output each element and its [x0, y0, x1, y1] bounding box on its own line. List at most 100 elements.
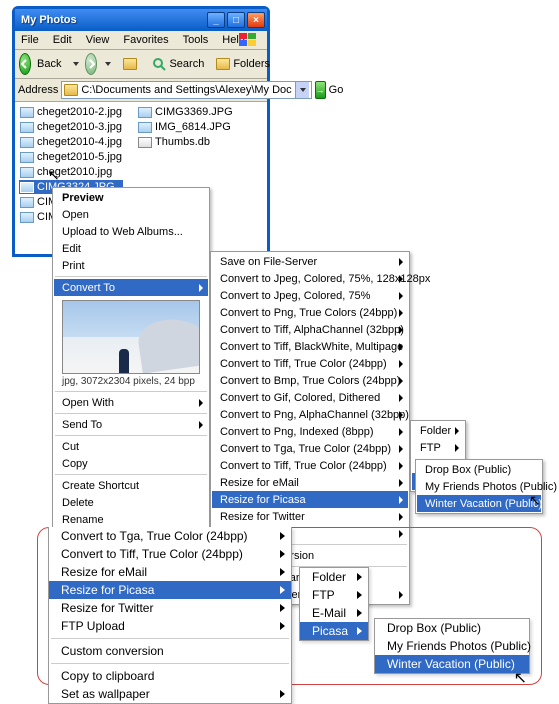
arrow-icon: [399, 496, 403, 504]
folders-button[interactable]: Folders: [213, 58, 273, 70]
detail-custom[interactable]: Custom conversion: [49, 642, 291, 660]
menu-resize-twitter[interactable]: Resize for Twitter: [212, 508, 408, 525]
file-name: cheget2010-4.jpg: [37, 136, 122, 148]
address-bar: Address C:\Documents and Settings\Alexey…: [15, 79, 267, 102]
minimize-button[interactable]: _: [207, 12, 225, 28]
address-path: C:\Documents and Settings\Alexey\My Doc: [81, 84, 291, 96]
detail-resize-picasa[interactable]: Resize for Picasa: [49, 581, 291, 599]
back-label[interactable]: Back: [37, 58, 65, 70]
detail-menu2: FolderFTPE-Mail Picasa: [299, 567, 369, 641]
menu-create-shortcut[interactable]: Create Shortcut: [54, 477, 208, 494]
close-button[interactable]: ×: [247, 12, 265, 28]
file-item[interactable]: cheget2010.jpg: [19, 165, 123, 179]
menu-view[interactable]: View: [84, 33, 112, 47]
menu-item[interactable]: Convert to Tiff, BlackWhite, Multipage: [212, 338, 408, 355]
menu-rename[interactable]: Rename: [54, 511, 208, 528]
menu-item[interactable]: Convert to Tiff, True Color (24bpp): [49, 545, 291, 563]
search-label: Search: [169, 58, 204, 70]
file-item[interactable]: Thumbs.db: [137, 135, 234, 149]
detail-clip[interactable]: Copy to clipboard: [49, 667, 291, 685]
menu-item[interactable]: E-Mail: [300, 604, 368, 622]
arrow-icon: [399, 292, 403, 300]
back-button[interactable]: [19, 53, 31, 75]
menu-send-to[interactable]: Send To: [54, 416, 208, 433]
menu-item[interactable]: Convert to Tiff, True Color (24bpp): [212, 457, 408, 474]
menu-convert-label: Convert To: [62, 282, 115, 294]
menu-item[interactable]: Resize for Twitter: [49, 599, 291, 617]
address-input[interactable]: C:\Documents and Settings\Alexey\My Doc: [61, 81, 311, 99]
file-item[interactable]: cheget2010-3.jpg: [19, 120, 123, 134]
preview-panel: jpg, 3072x2304 pixels, 24 bpp: [54, 296, 208, 389]
arrow-icon: [399, 462, 403, 470]
menu-edit[interactable]: Edit: [51, 33, 74, 47]
menu-item[interactable]: FTP: [412, 439, 464, 456]
window-title: My Photos: [21, 14, 207, 26]
address-dropdown-icon[interactable]: [295, 82, 309, 98]
forward-dropdown-icon[interactable]: [105, 62, 111, 66]
menu-item[interactable]: FTP Upload: [49, 617, 291, 635]
menu-item[interactable]: Convert to Gif, Colored, Dithered: [212, 389, 408, 406]
menu-cut[interactable]: Cut: [54, 438, 208, 455]
detail-winter[interactable]: Winter Vacation (Public): [375, 655, 529, 673]
menu-item[interactable]: Resize for eMail: [49, 563, 291, 581]
menu-item[interactable]: Resize for eMail: [212, 474, 408, 491]
menu-file[interactable]: File: [19, 33, 41, 47]
arrow-icon: [199, 421, 203, 429]
menu-preview[interactable]: Preview: [54, 189, 208, 206]
arrow-icon: [280, 586, 285, 594]
menu-item[interactable]: Convert to Png, Indexed (8bpp): [212, 423, 408, 440]
detail-picasa2[interactable]: Picasa: [300, 622, 368, 640]
arrow-icon: [399, 377, 403, 385]
title-bar[interactable]: My Photos _ □ ×: [15, 9, 267, 31]
menu-item[interactable]: My Friends Photos (Public): [417, 478, 541, 495]
menu-convert-to[interactable]: Convert To: [54, 279, 208, 296]
menu-item[interactable]: Save on File-Server: [212, 253, 408, 270]
menu-tools[interactable]: Tools: [181, 33, 211, 47]
up-folder-icon[interactable]: [123, 55, 137, 73]
menu-item[interactable]: Convert to Bmp, True Colors (24bpp): [212, 372, 408, 389]
windows-logo-icon: [233, 31, 263, 49]
menu-item[interactable]: Convert to Jpeg, Colored, 75%, 128x128px: [212, 270, 408, 287]
menu-item[interactable]: Folder: [300, 568, 368, 586]
menu-copy[interactable]: Copy: [54, 455, 208, 472]
menu-item[interactable]: Convert to Jpeg, Colored, 75%: [212, 287, 408, 304]
menu-print[interactable]: Print: [54, 257, 208, 274]
menu-edit[interactable]: Edit: [54, 240, 208, 257]
file-item[interactable]: cheget2010-5.jpg: [19, 150, 123, 164]
arrow-icon: [399, 326, 403, 334]
detail-menu3: Drop Box (Public)My Friends Photos (Publ…: [374, 618, 530, 674]
menu-item[interactable]: Folder: [412, 422, 464, 439]
file-item[interactable]: IMG_6814.JPG: [137, 120, 234, 134]
menu-item[interactable]: Convert to Png, True Colors (24bpp): [212, 304, 408, 321]
folders-icon: [216, 58, 230, 70]
menu-open[interactable]: Open: [54, 206, 208, 223]
go-button[interactable]: →: [315, 81, 326, 99]
menu-item[interactable]: Drop Box (Public): [375, 619, 529, 637]
menu-favorites[interactable]: Favorites: [121, 33, 170, 47]
search-button[interactable]: Search: [149, 57, 207, 71]
menu-item[interactable]: Convert to Png, AlphaChannel (32bpp): [212, 406, 408, 423]
arrow-icon: [399, 513, 403, 521]
back-dropdown-icon[interactable]: [73, 62, 79, 66]
menu-item[interactable]: My Friends Photos (Public): [375, 637, 529, 655]
menu-item[interactable]: Convert to Tga, True Color (24bpp): [49, 527, 291, 545]
menu-item[interactable]: Convert to Tiff, True Color (24bpp): [212, 355, 408, 372]
menu-item[interactable]: FTP: [300, 586, 368, 604]
menu-open-with[interactable]: Open With: [54, 394, 208, 411]
menu-delete[interactable]: Delete: [54, 494, 208, 511]
menu-item[interactable]: Drop Box (Public): [417, 461, 541, 478]
menu-winter-vacation[interactable]: Winter Vacation (Public): [417, 495, 541, 512]
maximize-button[interactable]: □: [227, 12, 245, 28]
go-label[interactable]: Go: [329, 84, 344, 96]
arrow-icon: [399, 428, 403, 436]
menu-item[interactable]: Convert to Tiff, AlphaChannel (32bpp): [212, 321, 408, 338]
file-item[interactable]: cheget2010-4.jpg: [19, 135, 123, 149]
detail-wall[interactable]: Set as wallpaper: [49, 685, 291, 703]
menu-item[interactable]: Convert to Tga, True Color (24bpp): [212, 440, 408, 457]
menu-resize-picasa[interactable]: Resize for Picasa: [212, 491, 408, 508]
forward-button[interactable]: [85, 53, 97, 75]
file-item[interactable]: cheget2010-2.jpg: [19, 105, 123, 119]
file-item[interactable]: CIMG3369.JPG: [137, 105, 234, 119]
menu-upload-to-web-albums-[interactable]: Upload to Web Albums...: [54, 223, 208, 240]
address-folder-icon: [64, 84, 78, 96]
